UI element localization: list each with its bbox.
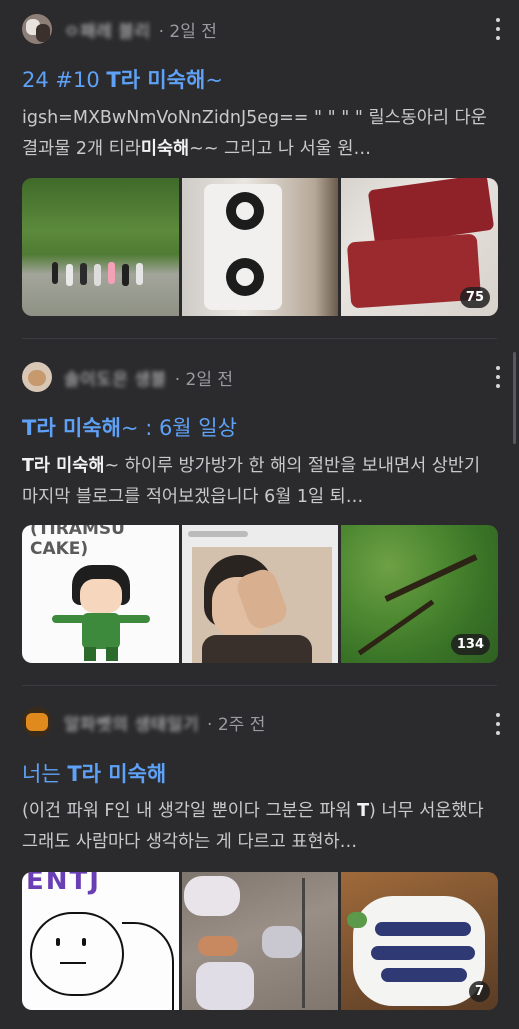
more-options-icon[interactable] [495, 713, 501, 735]
post-snippet[interactable]: T라 미숙해~ 하이루 방가방가 한 해의 절반을 보내면서 상반기 마지막 블… [22, 451, 497, 513]
post-snippet[interactable]: (이건 파워 F인 내 생각일 뿐이다 그분은 파워 T) 너무 서운했다 그래… [22, 796, 497, 858]
post-title[interactable]: 24 #10 T라 미숙해~ [22, 64, 499, 94]
post-card[interactable]: 알파벳의 생태일기 · 2주 전 너는 T라 미숙해 (이건 파워 F인 내 생… [0, 686, 519, 1029]
author-name[interactable]: ㅇ패레 블리 [64, 17, 151, 42]
thumbnail-blueberry-cake[interactable]: 7 [341, 872, 499, 1010]
thumbnail-raw-beef[interactable]: 75 [341, 178, 499, 316]
post-meta: 솔이도은 생블 · 2일 전 [22, 361, 233, 393]
thumbnail-tiramisu-illustration[interactable]: (TIRAMSU CAKE) [22, 525, 179, 663]
entj-label: ENTJ [26, 872, 101, 896]
image-count-badge: 134 [450, 634, 491, 655]
thumbnail-selfie[interactable] [181, 525, 339, 663]
post-time: · 2일 전 [158, 21, 217, 42]
thumbnail-entj-doodle[interactable]: ENTJ [22, 872, 179, 1010]
post-card[interactable]: 솔이도은 생블 · 2일 전 T라 미숙해~ : 6월 일상 T라 미숙해~ 하… [0, 339, 519, 685]
post-snippet[interactable]: igsh=MXBwNmVoNnZidnJ5eg== " " " " 릴스동아리 … [22, 103, 497, 165]
avatar[interactable] [22, 707, 52, 737]
avatar[interactable] [22, 362, 52, 392]
post-meta: 알파벳의 생태일기 · 2주 전 [22, 706, 265, 738]
post-thumbnails[interactable]: 75 [22, 178, 499, 316]
thumbnail-group-photo[interactable] [22, 178, 179, 316]
post-meta: ㅇ패레 블리 · 2일 전 [22, 13, 217, 45]
thumbnail-air-purifier[interactable] [181, 178, 339, 316]
thumbnail-tree[interactable]: 134 [341, 525, 499, 663]
search-results-feed: ㅇ패레 블리 · 2일 전 24 #10 T라 미숙해~ igsh=MXBwNm… [0, 0, 519, 1029]
post-title[interactable]: T라 미숙해~ : 6월 일상 [22, 412, 499, 442]
author-name[interactable]: 솔이도은 생블 [64, 365, 167, 390]
more-options-icon[interactable] [495, 18, 501, 40]
avatar[interactable] [22, 14, 52, 44]
post-title[interactable]: 너는 T라 미숙해 [22, 758, 499, 788]
scrollbar[interactable] [513, 352, 516, 444]
author-name[interactable]: 알파벳의 생태일기 [64, 710, 199, 735]
tiramisu-label: (TIRAMSU CAKE) [30, 525, 125, 559]
post-time: · 2일 전 [174, 369, 234, 390]
post-thumbnails[interactable]: ENTJ 7 [22, 872, 499, 1010]
post-thumbnails[interactable]: (TIRAMSU CAKE) 134 [22, 525, 499, 663]
post-time: · 2주 전 [207, 714, 266, 735]
image-count-badge: 7 [468, 981, 491, 1002]
more-options-icon[interactable] [495, 366, 501, 388]
image-count-badge: 75 [459, 287, 491, 308]
thumbnail-feet-floor[interactable] [181, 872, 339, 1010]
post-card[interactable]: ㅇ패레 블리 · 2일 전 24 #10 T라 미숙해~ igsh=MXBwNm… [0, 0, 519, 338]
